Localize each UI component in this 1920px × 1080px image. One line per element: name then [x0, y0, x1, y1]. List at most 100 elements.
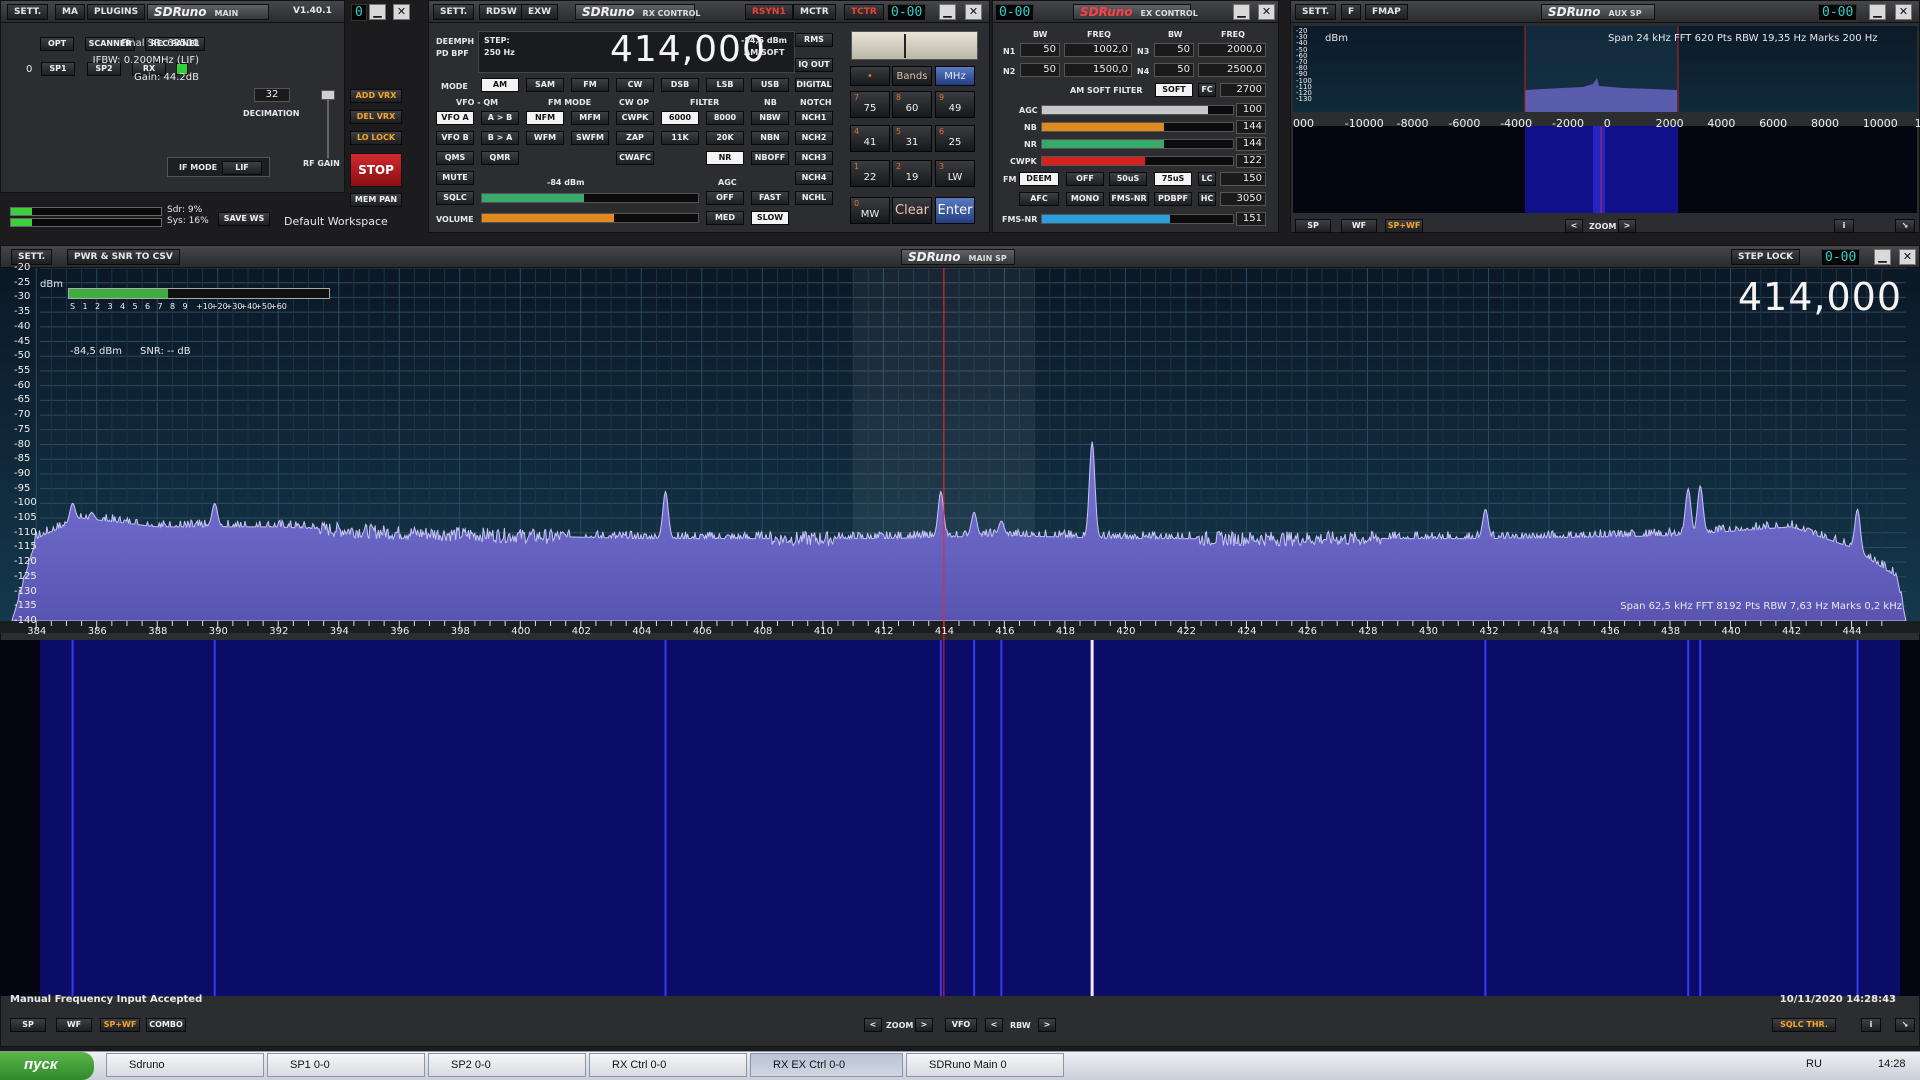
vfo-b-button[interactable]: VFO B — [436, 131, 474, 145]
deem-75us-button[interactable]: 75uS — [1154, 172, 1192, 186]
keypad-0-button[interactable]: 0 MW — [850, 197, 890, 224]
nchl-button[interactable]: NCHL — [795, 191, 833, 205]
sqlc-button[interactable]: SQLC — [436, 191, 474, 205]
keypad-9-button[interactable]: 9 49 — [935, 91, 975, 118]
rdsw-button[interactable]: RDSW — [479, 4, 524, 20]
nch2-button[interactable]: NCH2 — [795, 131, 833, 145]
clear-button[interactable]: Clear — [892, 197, 932, 224]
n2-bw-field[interactable]: 50 — [1020, 63, 1060, 77]
aux-info-button[interactable]: i — [1834, 219, 1854, 233]
tctr-button[interactable]: TCTR — [844, 4, 884, 20]
keypad-dot-button[interactable]: • — [850, 66, 890, 86]
fms-nr-slider[interactable] — [1041, 214, 1234, 224]
combo-button[interactable]: COMBO — [146, 1018, 186, 1032]
agc-slider[interactable] — [1041, 105, 1234, 115]
rf-gain-slider-track[interactable] — [327, 100, 329, 158]
nb-slider[interactable] — [1041, 122, 1234, 132]
nbw-button[interactable]: NBW — [751, 111, 789, 125]
pdbpf-button[interactable]: PDBPF — [1154, 192, 1192, 206]
vfo-button[interactable]: VFO — [945, 1018, 977, 1032]
cwafc-button[interactable]: CWAFC — [616, 151, 654, 165]
squelch-slider[interactable] — [481, 193, 699, 203]
language-indicator[interactable]: RU — [1806, 1058, 1822, 1070]
ex-minimize-icon[interactable]: ▁ — [1233, 4, 1250, 20]
taskbar-item-sp2[interactable]: SP2 0-0 — [428, 1053, 586, 1077]
nch3-button[interactable]: NCH3 — [795, 151, 833, 165]
mainsp-sp-button[interactable]: SP — [10, 1018, 46, 1032]
mainsp-minimize-icon[interactable]: ▁ — [1874, 249, 1891, 265]
mainsp-wf-button[interactable]: WF — [56, 1018, 92, 1032]
n1-bw-field[interactable]: 50 — [1020, 43, 1060, 57]
keypad-3-button[interactable]: 3 LW — [935, 160, 975, 187]
mono-button[interactable]: MONO — [1066, 192, 1104, 206]
main-settings-button[interactable]: SETT. — [7, 4, 49, 20]
del-vrx-button[interactable]: DEL VRX — [350, 110, 402, 124]
aux-f-button[interactable]: F — [1341, 4, 1362, 20]
exw-button[interactable]: EXW — [521, 4, 559, 20]
swfm-button[interactable]: SWFM — [571, 131, 609, 145]
n4-freq-field[interactable]: 2500,0 — [1198, 63, 1266, 77]
aux-zoom-next-button[interactable]: > — [1618, 219, 1636, 233]
system-clock[interactable]: 14:28 — [1878, 1058, 1906, 1070]
filter-8000-button[interactable]: 8000 — [706, 111, 744, 125]
b-to-a-button[interactable]: B > A — [481, 131, 519, 145]
lif-button[interactable]: LIF — [222, 161, 262, 175]
wfm-button[interactable]: WFM — [526, 131, 564, 145]
aux-sp-button[interactable]: SP — [1295, 219, 1331, 233]
keypad-8-button[interactable]: 8 60 — [892, 91, 932, 118]
nboff-button[interactable]: NBOFF — [751, 151, 789, 165]
n2-freq-field[interactable]: 1500,0 — [1064, 63, 1132, 77]
mainsp-resize-icon[interactable]: ↘ — [1895, 1018, 1915, 1032]
mode-am-button[interactable]: AM — [481, 78, 519, 92]
soft-button[interactable]: SOFT — [1155, 83, 1193, 97]
add-vrx-button[interactable]: ADD VRX — [350, 89, 402, 103]
deem-off-button[interactable]: OFF — [1066, 172, 1104, 186]
agc-fast-button[interactable]: FAST — [751, 191, 789, 205]
mode-fm-button[interactable]: FM — [571, 78, 609, 92]
ma-button[interactable]: MA — [55, 4, 85, 20]
volume-slider[interactable] — [481, 213, 699, 223]
lc-value-field[interactable]: 150 — [1220, 172, 1266, 186]
sqlc-threshold-button[interactable]: SQLC THR. — [1772, 1018, 1836, 1032]
opt-button[interactable]: OPT — [40, 37, 74, 51]
nbn-button[interactable]: NBN — [751, 131, 789, 145]
mem-pan-button[interactable]: MEM PAN — [350, 193, 402, 207]
mfm-button[interactable]: MFM — [571, 111, 609, 125]
cwpk-slider[interactable] — [1041, 156, 1234, 166]
rx-close-icon[interactable]: ✕ — [965, 4, 982, 20]
qms-button[interactable]: QMS — [436, 151, 474, 165]
aux-close-icon[interactable]: ✕ — [1895, 4, 1912, 20]
rx-settings-button[interactable]: SETT. — [433, 4, 475, 20]
mainsp-spwf-button[interactable]: SP+WF — [100, 1018, 140, 1032]
filter-20k-button[interactable]: 20K — [706, 131, 744, 145]
lc-button[interactable]: LC — [1198, 172, 1216, 186]
fmap-button[interactable]: FMAP — [1365, 4, 1408, 20]
agc-med-button[interactable]: MED — [706, 211, 744, 225]
mode-lsb-button[interactable]: LSB — [706, 78, 744, 92]
vfo-a-button[interactable]: VFO A — [436, 111, 474, 125]
nch4-button[interactable]: NCH4 — [795, 171, 833, 185]
plugins-button[interactable]: PLUGINS — [87, 4, 146, 20]
save-ws-button[interactable]: SAVE WS — [218, 212, 270, 226]
keypad-2-button[interactable]: 2 19 — [892, 160, 932, 187]
minimize-icon[interactable]: ▁ — [369, 4, 386, 20]
pwr-snr-csv-button[interactable]: PWR & SNR TO CSV — [67, 249, 180, 265]
taskbar-item-sdruno[interactable]: Sdruno — [106, 1053, 264, 1077]
stop-button[interactable]: STOP — [350, 153, 402, 187]
close-icon[interactable]: ✕ — [393, 4, 410, 20]
enter-button[interactable]: Enter — [935, 197, 975, 224]
taskbar-item-rx-ex-ctrl[interactable]: RX EX Ctrl 0-0 — [750, 1053, 903, 1077]
aux-spwf-button[interactable]: SP+WF — [1385, 219, 1423, 233]
decimation-value[interactable]: 32 — [254, 88, 290, 102]
aux-resize-icon[interactable]: ↘ — [1895, 219, 1915, 233]
digital-button[interactable]: DIGITAL — [795, 78, 833, 92]
rf-gain-slider-handle[interactable] — [321, 90, 335, 100]
keypad-5-button[interactable]: 5 31 — [892, 125, 932, 152]
n3-freq-field[interactable]: 2000,0 — [1198, 43, 1266, 57]
mode-dsb-button[interactable]: DSB — [661, 78, 699, 92]
nr-button[interactable]: NR — [706, 151, 744, 165]
keypad-6-button[interactable]: 6 25 — [935, 125, 975, 152]
zoom-prev-button[interactable]: < — [864, 1018, 882, 1032]
rbw-prev-button[interactable]: < — [985, 1018, 1003, 1032]
agc-slow-button[interactable]: SLOW — [751, 211, 789, 225]
